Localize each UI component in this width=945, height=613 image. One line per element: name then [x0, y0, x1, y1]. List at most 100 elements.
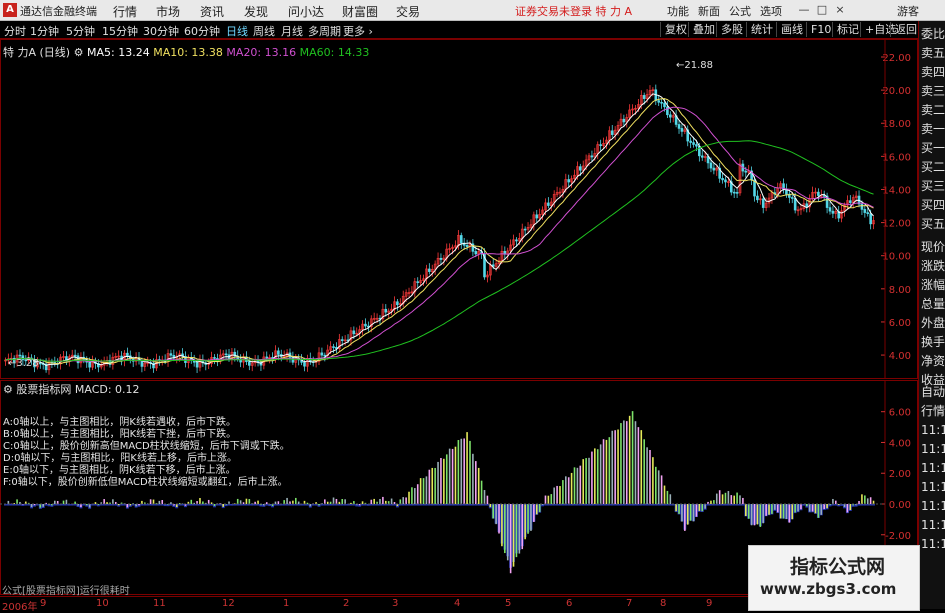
- candle-body: [695, 144, 698, 147]
- candle-body: [396, 301, 399, 306]
- date-label-5: 1: [283, 598, 290, 609]
- period-more[interactable]: 更多 ›: [343, 23, 373, 39]
- menu-news[interactable]: 资讯: [200, 3, 224, 20]
- side-item-23[interactable]: 11:1: [921, 462, 945, 475]
- side-item-26[interactable]: 11:1: [921, 519, 945, 532]
- menu-trade[interactable]: 交易: [396, 3, 420, 20]
- candle-body: [535, 214, 539, 219]
- side-item-2[interactable]: 卖四: [921, 66, 945, 79]
- side-item-10[interactable]: 买五: [921, 218, 945, 231]
- app-title: 通达信金融终端: [20, 5, 97, 18]
- menu-quotes[interactable]: 行情: [113, 3, 137, 20]
- side-item-20[interactable]: 行情: [921, 405, 945, 418]
- candle-body: [724, 179, 727, 183]
- main-axis-label: 14.00: [882, 185, 911, 196]
- side-item-24[interactable]: 11:1: [921, 481, 945, 494]
- toolbar-stats[interactable]: 统计: [746, 22, 773, 37]
- side-item-4[interactable]: 卖二: [921, 104, 945, 117]
- menu-options[interactable]: 选项: [760, 3, 782, 19]
- period-15min[interactable]: 15分钟: [102, 23, 138, 39]
- menu-new-page[interactable]: 新面: [698, 3, 720, 19]
- toolbar-mark[interactable]: 标记: [832, 22, 859, 37]
- ma10-line: [5, 98, 874, 365]
- toolbar-back[interactable]: 返回: [890, 22, 917, 37]
- candle-body: [732, 191, 736, 194]
- period-1min[interactable]: 1分钟: [30, 23, 59, 39]
- candle-body: [277, 350, 280, 355]
- sub-axis-label: 4.00: [889, 438, 911, 449]
- toolbar-restore-rights[interactable]: 复权: [660, 22, 687, 37]
- side-item-19[interactable]: 自动: [921, 386, 945, 399]
- period-multi[interactable]: 多周期: [308, 23, 341, 39]
- period-timeshare[interactable]: 分时: [4, 23, 26, 39]
- period-weekly[interactable]: 周线: [253, 23, 275, 39]
- side-item-16[interactable]: 换手: [921, 336, 945, 349]
- main-axis-label: 6.00: [889, 318, 911, 329]
- main-axis-label: 4.00: [889, 351, 911, 362]
- side-item-13[interactable]: 涨幅: [921, 279, 945, 292]
- candle-body: [320, 352, 324, 356]
- side-item-22[interactable]: 11:1: [921, 443, 945, 456]
- minimize-button[interactable]: —: [796, 2, 812, 17]
- sub-axis-label: 0.00: [889, 500, 911, 511]
- main-axis-label: 16.00: [882, 152, 911, 163]
- candle-body: [642, 95, 646, 99]
- chevron-right-icon: ›: [368, 25, 373, 38]
- app-logo-icon: A: [3, 3, 17, 17]
- menu-discover[interactable]: 发现: [244, 3, 268, 20]
- period-5min[interactable]: 5分钟: [66, 23, 95, 39]
- main-axis-label: 8.00: [889, 285, 911, 296]
- candle-body: [18, 354, 22, 357]
- side-item-0[interactable]: 委比: [921, 28, 945, 41]
- date-label-2: 10: [96, 598, 109, 609]
- side-item-9[interactable]: 买四: [921, 199, 945, 212]
- side-item-17[interactable]: 净资: [921, 355, 945, 368]
- candle-body: [761, 198, 765, 208]
- side-item-6[interactable]: 买一: [921, 142, 945, 155]
- toolbar-overlay[interactable]: 叠加: [688, 22, 715, 37]
- date-label-13: 9: [706, 598, 713, 609]
- side-item-5[interactable]: 卖一: [921, 123, 945, 136]
- side-item-11[interactable]: 现价: [921, 241, 945, 254]
- side-item-27[interactable]: 11:1: [921, 538, 945, 551]
- ma20-line: [5, 106, 874, 363]
- maximize-button[interactable]: □: [814, 2, 830, 17]
- side-item-21[interactable]: 11:1: [921, 424, 945, 437]
- candle-body: [73, 354, 77, 357]
- close-button[interactable]: ×: [832, 2, 848, 17]
- side-item-3[interactable]: 卖三: [921, 85, 945, 98]
- candle-body: [428, 268, 431, 272]
- period-daily[interactable]: 日线: [226, 23, 248, 39]
- settings-icon[interactable]: ⚙: [3, 383, 13, 396]
- more-label: 更多: [343, 25, 365, 38]
- candle-body: [863, 209, 867, 213]
- candle-body: [793, 198, 797, 211]
- toolbar-f10[interactable]: F10: [806, 22, 831, 37]
- side-item-15[interactable]: 外盘: [921, 317, 945, 330]
- formula-status: 公式[股票指标网]运行很耗时: [2, 586, 130, 597]
- candle-body: [169, 353, 173, 356]
- side-item-12[interactable]: 涨跌: [921, 260, 945, 273]
- period-60min[interactable]: 60分钟: [184, 23, 220, 39]
- kline-chart[interactable]: 22.00 20.00 18.00 16.00 14.00 12.00 10.00 8.00 6…: [0, 39, 918, 379]
- candle-body: [828, 207, 832, 212]
- side-item-1[interactable]: 卖五: [921, 47, 945, 60]
- menu-formula[interactable]: 公式: [729, 3, 751, 19]
- guest-label[interactable]: 游客: [897, 3, 919, 19]
- toolbar-multi-stock[interactable]: 多股: [716, 22, 743, 37]
- menu-ask[interactable]: 问小达: [288, 3, 324, 20]
- menu-market[interactable]: 市场: [156, 3, 180, 20]
- settings-icon[interactable]: ⚙: [74, 46, 84, 59]
- side-item-8[interactable]: 买三: [921, 180, 945, 193]
- period-30min[interactable]: 30分钟: [143, 23, 179, 39]
- main-axis-label: 20.00: [882, 86, 911, 97]
- side-item-14[interactable]: 总量: [921, 298, 945, 311]
- toolbar-draw[interactable]: 画线: [776, 22, 803, 37]
- candle-body: [680, 128, 684, 132]
- login-status[interactable]: 证券交易未登录 特 力 A: [515, 3, 632, 19]
- side-item-25[interactable]: 11:1: [921, 500, 945, 513]
- menu-wealth[interactable]: 财富圈: [342, 3, 378, 20]
- side-item-7[interactable]: 买二: [921, 161, 945, 174]
- period-monthly[interactable]: 月线: [281, 23, 303, 39]
- menu-function[interactable]: 功能: [667, 3, 689, 19]
